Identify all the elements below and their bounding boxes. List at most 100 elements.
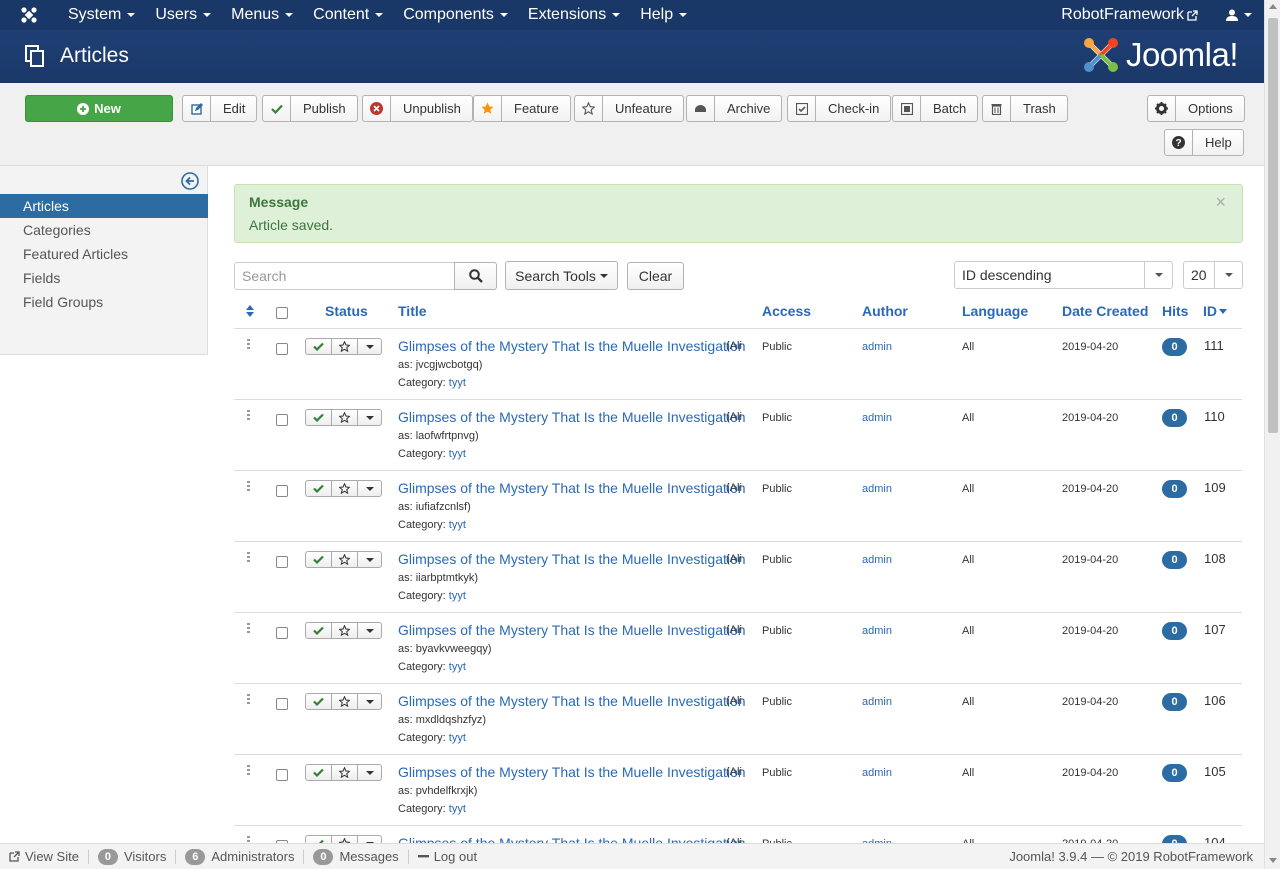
- featured-toggle[interactable]: [332, 694, 358, 709]
- sort-ordering-icon[interactable]: [246, 304, 254, 320]
- menu-users[interactable]: Users: [145, 0, 221, 30]
- logout-link[interactable]: Log out: [409, 849, 486, 864]
- sidebar-item-articles[interactable]: Articles: [0, 194, 208, 218]
- category-link[interactable]: tyyt: [449, 661, 466, 673]
- search-input[interactable]: Search: [234, 262, 455, 290]
- drag-handle-icon[interactable]: [247, 481, 251, 493]
- category-link[interactable]: tyyt: [449, 377, 466, 389]
- row-checkbox[interactable]: [276, 414, 288, 426]
- article-title-link[interactable]: Glimpses of the Mystery That Is the Muel…: [398, 622, 746, 638]
- author-link[interactable]: admin: [862, 483, 892, 495]
- author-link[interactable]: admin: [862, 341, 892, 353]
- scrollbar-thumb[interactable]: [1268, 18, 1278, 433]
- author-link[interactable]: admin: [862, 625, 892, 637]
- author-link[interactable]: admin: [862, 767, 892, 779]
- published-toggle[interactable]: [306, 481, 332, 496]
- menu-help[interactable]: Help: [630, 0, 697, 30]
- category-link[interactable]: tyyt: [449, 803, 466, 815]
- menu-components[interactable]: Components: [393, 0, 518, 30]
- published-toggle[interactable]: [306, 694, 332, 709]
- author-link[interactable]: admin: [862, 412, 892, 424]
- column-title[interactable]: Title: [398, 303, 427, 319]
- featured-toggle[interactable]: [332, 339, 358, 354]
- actions-dropdown[interactable]: [358, 765, 381, 780]
- sidebar-item-featured-articles[interactable]: Featured Articles: [0, 242, 208, 266]
- archive-button[interactable]: Archive: [686, 95, 783, 122]
- article-title-link[interactable]: Glimpses of the Mystery That Is the Muel…: [398, 551, 746, 567]
- published-toggle[interactable]: [306, 552, 332, 567]
- search-button[interactable]: [454, 262, 497, 290]
- row-checkbox[interactable]: [276, 627, 288, 639]
- row-checkbox[interactable]: [276, 769, 288, 781]
- category-link[interactable]: tyyt: [449, 519, 466, 531]
- menu-system[interactable]: System: [58, 0, 145, 30]
- row-checkbox[interactable]: [276, 485, 288, 497]
- help-button[interactable]: ? Help: [1164, 129, 1244, 156]
- clear-button[interactable]: Clear: [627, 262, 684, 290]
- scroll-up-icon[interactable]: [1269, 4, 1277, 9]
- drag-handle-icon[interactable]: [247, 552, 251, 564]
- search-tools-button[interactable]: Search Tools: [505, 261, 618, 290]
- administrators-link[interactable]: 6 Administrators: [176, 848, 305, 865]
- visitors-link[interactable]: 0 Visitors: [89, 848, 177, 865]
- column-date-created[interactable]: Date Created: [1062, 303, 1148, 319]
- feature-button[interactable]: Feature: [473, 95, 571, 122]
- new-button[interactable]: New: [25, 95, 173, 122]
- row-checkbox[interactable]: [276, 698, 288, 710]
- article-title-link[interactable]: Glimpses of the Mystery That Is the Muel…: [398, 480, 746, 496]
- column-language[interactable]: Language: [962, 303, 1028, 319]
- joomla-logo-icon[interactable]: [0, 0, 58, 30]
- publish-button[interactable]: Publish: [262, 95, 358, 122]
- trash-button[interactable]: Trash: [982, 95, 1068, 122]
- options-button[interactable]: Options: [1147, 95, 1245, 122]
- sidebar-item-categories[interactable]: Categories: [0, 218, 208, 242]
- published-toggle[interactable]: [306, 623, 332, 638]
- menu-extensions[interactable]: Extensions: [518, 0, 630, 30]
- batch-button[interactable]: Batch: [892, 95, 979, 122]
- actions-dropdown[interactable]: [358, 623, 381, 638]
- row-checkbox[interactable]: [276, 556, 288, 568]
- collapse-sidebar-icon[interactable]: [181, 172, 199, 193]
- column-hits[interactable]: Hits: [1162, 303, 1188, 319]
- column-status[interactable]: Status: [325, 303, 368, 319]
- drag-handle-icon[interactable]: [247, 623, 251, 635]
- author-link[interactable]: admin: [862, 696, 892, 708]
- ordering-select[interactable]: ID descending: [954, 261, 1173, 289]
- category-link[interactable]: tyyt: [449, 448, 466, 460]
- page-scrollbar[interactable]: [1264, 0, 1280, 869]
- drag-handle-icon[interactable]: [247, 694, 251, 706]
- featured-toggle[interactable]: [332, 552, 358, 567]
- actions-dropdown[interactable]: [358, 339, 381, 354]
- actions-dropdown[interactable]: [358, 410, 381, 425]
- category-link[interactable]: tyyt: [449, 590, 466, 602]
- user-menu[interactable]: [1224, 9, 1264, 21]
- limit-select[interactable]: 20: [1183, 261, 1243, 289]
- published-toggle[interactable]: [306, 765, 332, 780]
- messages-link[interactable]: 0 Messages: [304, 848, 409, 865]
- unfeature-button[interactable]: Unfeature: [574, 95, 685, 122]
- article-title-link[interactable]: Glimpses of the Mystery That Is the Muel…: [398, 764, 746, 780]
- row-checkbox[interactable]: [276, 343, 288, 355]
- drag-handle-icon[interactable]: [247, 339, 251, 351]
- featured-toggle[interactable]: [332, 623, 358, 638]
- menu-menus[interactable]: Menus: [221, 0, 303, 30]
- featured-toggle[interactable]: [332, 481, 358, 496]
- unpublish-button[interactable]: Unpublish: [362, 95, 473, 122]
- menu-content[interactable]: Content: [303, 0, 393, 30]
- category-link[interactable]: tyyt: [449, 732, 466, 744]
- author-link[interactable]: admin: [862, 554, 892, 566]
- drag-handle-icon[interactable]: [247, 410, 251, 422]
- checkin-button[interactable]: Check-in: [787, 95, 892, 122]
- article-title-link[interactable]: Glimpses of the Mystery That Is the Muel…: [398, 693, 746, 709]
- published-toggle[interactable]: [306, 410, 332, 425]
- scroll-down-icon[interactable]: [1269, 858, 1277, 863]
- edit-button[interactable]: Edit: [182, 95, 258, 122]
- view-site-link[interactable]: View Site: [0, 849, 89, 864]
- actions-dropdown[interactable]: [358, 552, 381, 567]
- drag-handle-icon[interactable]: [247, 765, 251, 777]
- site-link[interactable]: RobotFramework: [1061, 6, 1224, 24]
- sidebar-item-fields[interactable]: Fields: [0, 266, 208, 290]
- column-access[interactable]: Access: [762, 303, 811, 319]
- article-title-link[interactable]: Glimpses of the Mystery That Is the Muel…: [398, 409, 746, 425]
- featured-toggle[interactable]: [332, 765, 358, 780]
